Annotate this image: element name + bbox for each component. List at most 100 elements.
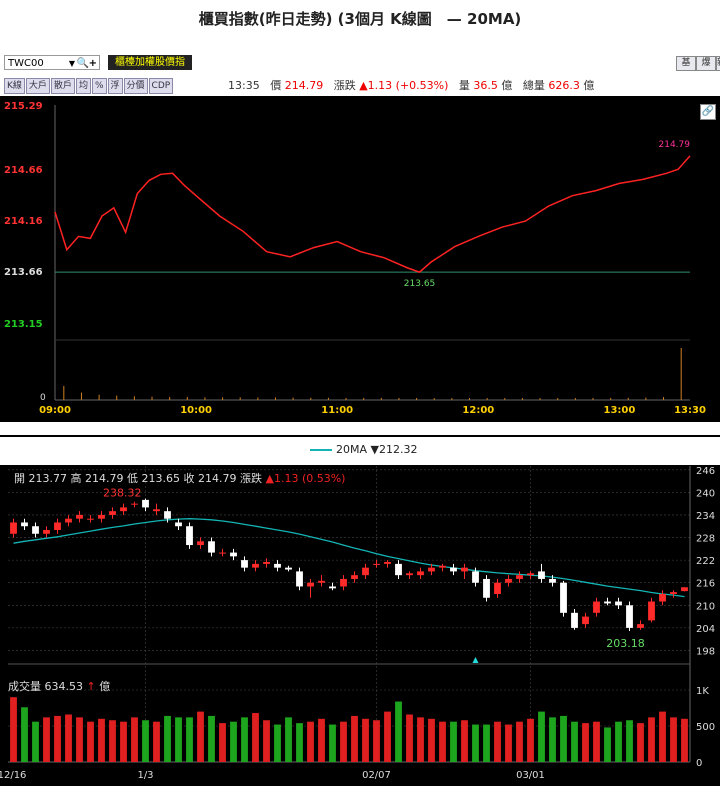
candle-body bbox=[527, 573, 534, 576]
candle-body bbox=[285, 567, 292, 570]
marker-triangle-icon bbox=[472, 657, 479, 663]
volume-header-value: 成交量 634.53 bbox=[8, 680, 83, 693]
price-tick-label: 204 bbox=[696, 624, 715, 635]
volume-bar bbox=[648, 717, 655, 762]
candle-body bbox=[406, 573, 413, 576]
volume-bar bbox=[681, 718, 688, 762]
high-label: 高 bbox=[70, 472, 82, 485]
candle-body bbox=[263, 562, 270, 564]
volume-bar bbox=[329, 724, 336, 762]
candle-body bbox=[505, 578, 512, 583]
volume-bar bbox=[549, 717, 556, 762]
candle-body bbox=[494, 582, 501, 594]
period-high-label: 238.32 bbox=[103, 487, 142, 500]
volume-bar bbox=[318, 718, 325, 762]
candle-body bbox=[120, 507, 127, 512]
volume-unit: 億 bbox=[99, 680, 111, 693]
volume-bar bbox=[208, 715, 215, 762]
volume-bar bbox=[373, 720, 380, 762]
volume-bar bbox=[626, 720, 633, 762]
candle-body bbox=[274, 563, 281, 568]
price-tick-label: 246 bbox=[696, 466, 715, 477]
candle-body bbox=[230, 552, 237, 557]
candle-body bbox=[76, 514, 83, 519]
candle-body bbox=[10, 522, 17, 534]
volume-bar bbox=[153, 721, 160, 762]
price-tick-label: 240 bbox=[696, 488, 715, 499]
volume-bar bbox=[395, 701, 402, 762]
candle-body bbox=[142, 499, 149, 508]
volume-bar bbox=[428, 718, 435, 762]
volume-bar bbox=[582, 723, 589, 762]
volume-bar bbox=[351, 715, 358, 762]
x-tick-label: 02/07 bbox=[362, 770, 391, 781]
candle-body bbox=[472, 571, 479, 583]
candle-body bbox=[483, 578, 490, 598]
candle-body bbox=[219, 552, 226, 554]
low-label: 低 bbox=[127, 472, 138, 485]
price-tick-label: 228 bbox=[696, 534, 715, 545]
volume-bar bbox=[527, 718, 534, 762]
volume-bar bbox=[274, 724, 281, 762]
candle-body bbox=[538, 571, 545, 579]
candle-body bbox=[109, 511, 116, 515]
candle-body bbox=[329, 586, 336, 589]
volume-bar bbox=[571, 721, 578, 762]
volume-bar bbox=[241, 717, 248, 762]
volume-bar bbox=[659, 711, 666, 762]
volume-bar bbox=[10, 697, 17, 762]
open-value: 213.77 bbox=[28, 472, 68, 485]
volume-bar bbox=[131, 717, 138, 762]
low-value: 213.65 bbox=[141, 472, 181, 485]
close-value: 214.79 bbox=[198, 472, 237, 485]
volume-tick-label: 500 bbox=[696, 722, 715, 733]
high-value: 214.79 bbox=[85, 472, 124, 485]
ohlc-readout: 開 213.77 高 214.79 低 213.65 收 214.79 漲跌 ▲… bbox=[14, 470, 345, 486]
x-tick-label: 03/01 bbox=[516, 770, 545, 781]
period-low-label: 203.18 bbox=[606, 637, 645, 650]
volume-bar bbox=[219, 723, 226, 762]
candle-body bbox=[21, 522, 28, 527]
candle-body bbox=[296, 571, 303, 587]
candle-body bbox=[153, 509, 160, 512]
candle-body bbox=[318, 580, 325, 583]
candle-body bbox=[648, 601, 655, 621]
volume-bar bbox=[604, 727, 611, 762]
volume-bar bbox=[307, 721, 314, 762]
candle-body bbox=[307, 582, 314, 587]
candle-body bbox=[439, 565, 446, 568]
candle-body bbox=[32, 526, 39, 534]
volume-bar bbox=[494, 721, 501, 762]
candle-body bbox=[516, 575, 523, 579]
volume-arrow-icon: ↑ bbox=[86, 680, 96, 693]
candle-body bbox=[384, 562, 391, 564]
candle-body bbox=[615, 601, 622, 606]
price-tick-label: 234 bbox=[696, 511, 715, 522]
volume-bar bbox=[21, 707, 28, 762]
volume-bar bbox=[98, 718, 105, 762]
candle-body bbox=[659, 594, 666, 602]
volume-bar bbox=[164, 715, 171, 762]
candle-body bbox=[208, 541, 215, 553]
candle-body bbox=[164, 511, 171, 519]
open-label: 開 bbox=[14, 472, 25, 485]
volume-header: 成交量 634.53 ↑ 億 bbox=[8, 678, 110, 694]
close-label: 收 bbox=[183, 472, 195, 485]
volume-bar bbox=[285, 717, 292, 762]
candle-body bbox=[98, 514, 105, 519]
volume-bar bbox=[362, 718, 369, 762]
candle-body bbox=[252, 563, 259, 568]
price-tick-label: 198 bbox=[696, 646, 715, 657]
candle-body bbox=[43, 530, 50, 534]
volume-bar bbox=[483, 724, 490, 762]
candle-body bbox=[461, 567, 468, 572]
candle-body bbox=[87, 518, 94, 520]
volume-bar bbox=[461, 720, 468, 762]
volume-bar bbox=[65, 714, 72, 762]
volume-bar bbox=[296, 723, 303, 762]
candle-body bbox=[340, 578, 347, 587]
candle-body bbox=[450, 567, 457, 572]
price-tick-label: 210 bbox=[696, 601, 715, 612]
candle-body bbox=[417, 571, 424, 576]
volume-bar bbox=[670, 717, 677, 762]
